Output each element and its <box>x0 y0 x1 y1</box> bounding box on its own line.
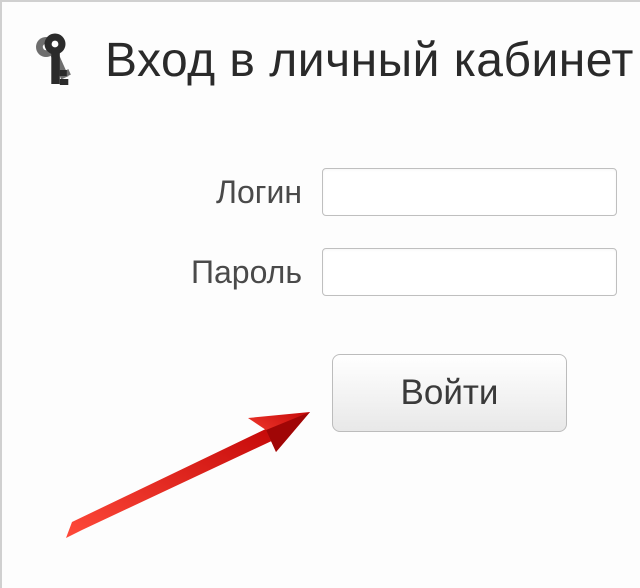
password-label: Пароль <box>27 254 322 291</box>
header: Вход в личный кабинет <box>27 32 640 88</box>
submit-button[interactable]: Войти <box>332 354 567 432</box>
password-row: Пароль <box>27 248 640 296</box>
button-row: Войти <box>27 354 640 432</box>
login-panel: Вход в личный кабинет Логин Пароль Войти <box>2 2 640 432</box>
login-row: Логин <box>27 168 640 216</box>
login-label: Логин <box>27 174 322 211</box>
login-input[interactable] <box>322 168 617 216</box>
page-title: Вход в личный кабинет <box>105 33 634 88</box>
password-input[interactable] <box>322 248 617 296</box>
keys-icon <box>29 32 85 88</box>
